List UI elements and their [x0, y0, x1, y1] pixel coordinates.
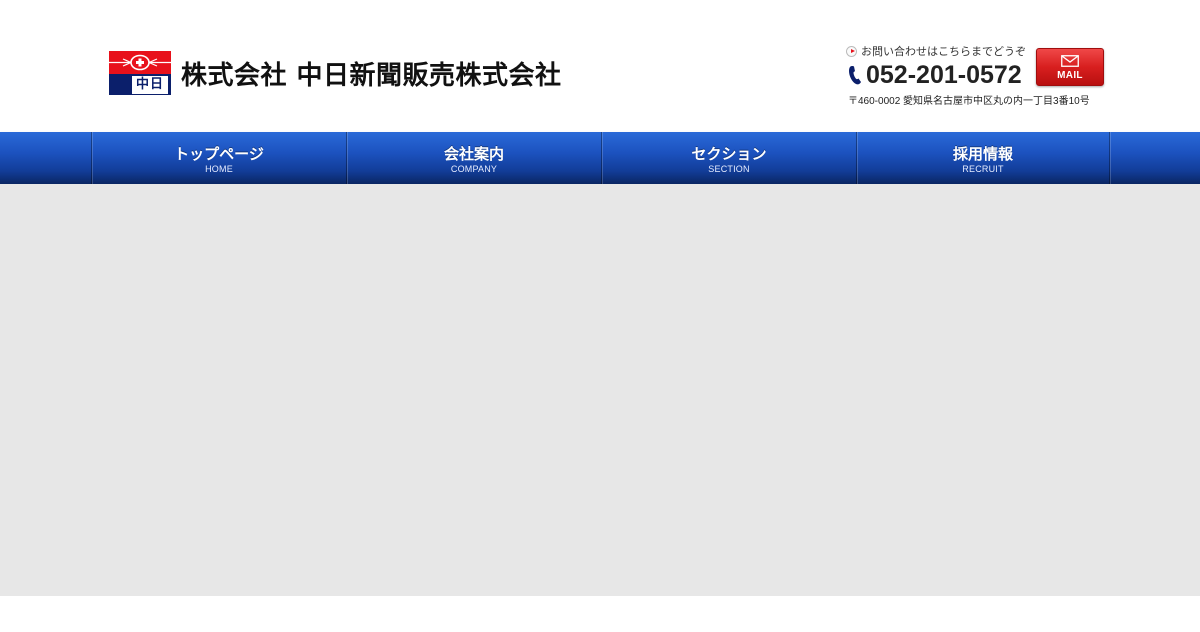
contact-block: お問い合わせはこちらまでどうぞ 052-201-0572 〒460-0002 愛… — [846, 43, 1108, 107]
nav-item-label: トップページ — [174, 146, 264, 163]
nav-item-section[interactable]: セクション SECTION — [602, 132, 857, 184]
main-navigation: トップページ HOME 会社案内 COMPANY セクション SECTION 採… — [0, 132, 1200, 184]
nav-item-sublabel: RECRUIT — [962, 164, 1004, 174]
logo-link[interactable]: 中日 株式会社 中日新聞販売株式会社 — [109, 51, 562, 95]
nav-item-label: 会社案内 — [443, 146, 504, 163]
arrow-right-icon — [846, 45, 857, 57]
page: 中日 株式会社 中日新聞販売株式会社 お問い合わせはこちらまでどうぞ 052-2… — [0, 0, 1200, 632]
mail-button[interactable]: MAIL — [1036, 48, 1104, 86]
nav-menu: トップページ HOME 会社案内 COMPANY セクション SECTION 採… — [91, 132, 1111, 184]
chunichi-emblem-icon — [109, 54, 171, 71]
inquiry-text-row: お問い合わせはこちらまでどうぞ — [846, 43, 1026, 59]
company-logo: 中日 — [109, 51, 171, 95]
envelope-icon — [1061, 55, 1079, 67]
phone-number: 052-201-0572 — [866, 61, 1022, 89]
inquiry-text: お問い合わせはこちらまでどうぞ — [861, 46, 1026, 58]
logo-mark-text: 中日 — [132, 76, 168, 94]
nav-item-label: セクション — [691, 146, 767, 163]
nav-item-company[interactable]: 会社案内 COMPANY — [347, 132, 602, 184]
company-name: 株式会社 中日新聞販売株式会社 — [181, 60, 562, 91]
main-content-area — [0, 184, 1200, 596]
nav-item-sublabel: HOME — [205, 164, 233, 174]
footer-spacer — [0, 596, 1200, 632]
phone-link[interactable]: 052-201-0572 — [847, 61, 1022, 89]
mail-button-label: MAIL — [1057, 70, 1083, 81]
nav-item-recruit[interactable]: 採用情報 RECRUIT — [857, 132, 1110, 184]
site-header: 中日 株式会社 中日新聞販売株式会社 お問い合わせはこちらまでどうぞ 052-2… — [0, 0, 1200, 132]
nav-item-label: 採用情報 — [952, 146, 1013, 163]
nav-item-home[interactable]: トップページ HOME — [92, 132, 347, 184]
address-text: 〒460-0002 愛知県名古屋市中区丸の内一丁目3番10号 — [848, 96, 1090, 107]
nav-item-sublabel: COMPANY — [450, 164, 498, 174]
phone-icon — [849, 66, 861, 85]
nav-item-sublabel: SECTION — [708, 164, 750, 174]
